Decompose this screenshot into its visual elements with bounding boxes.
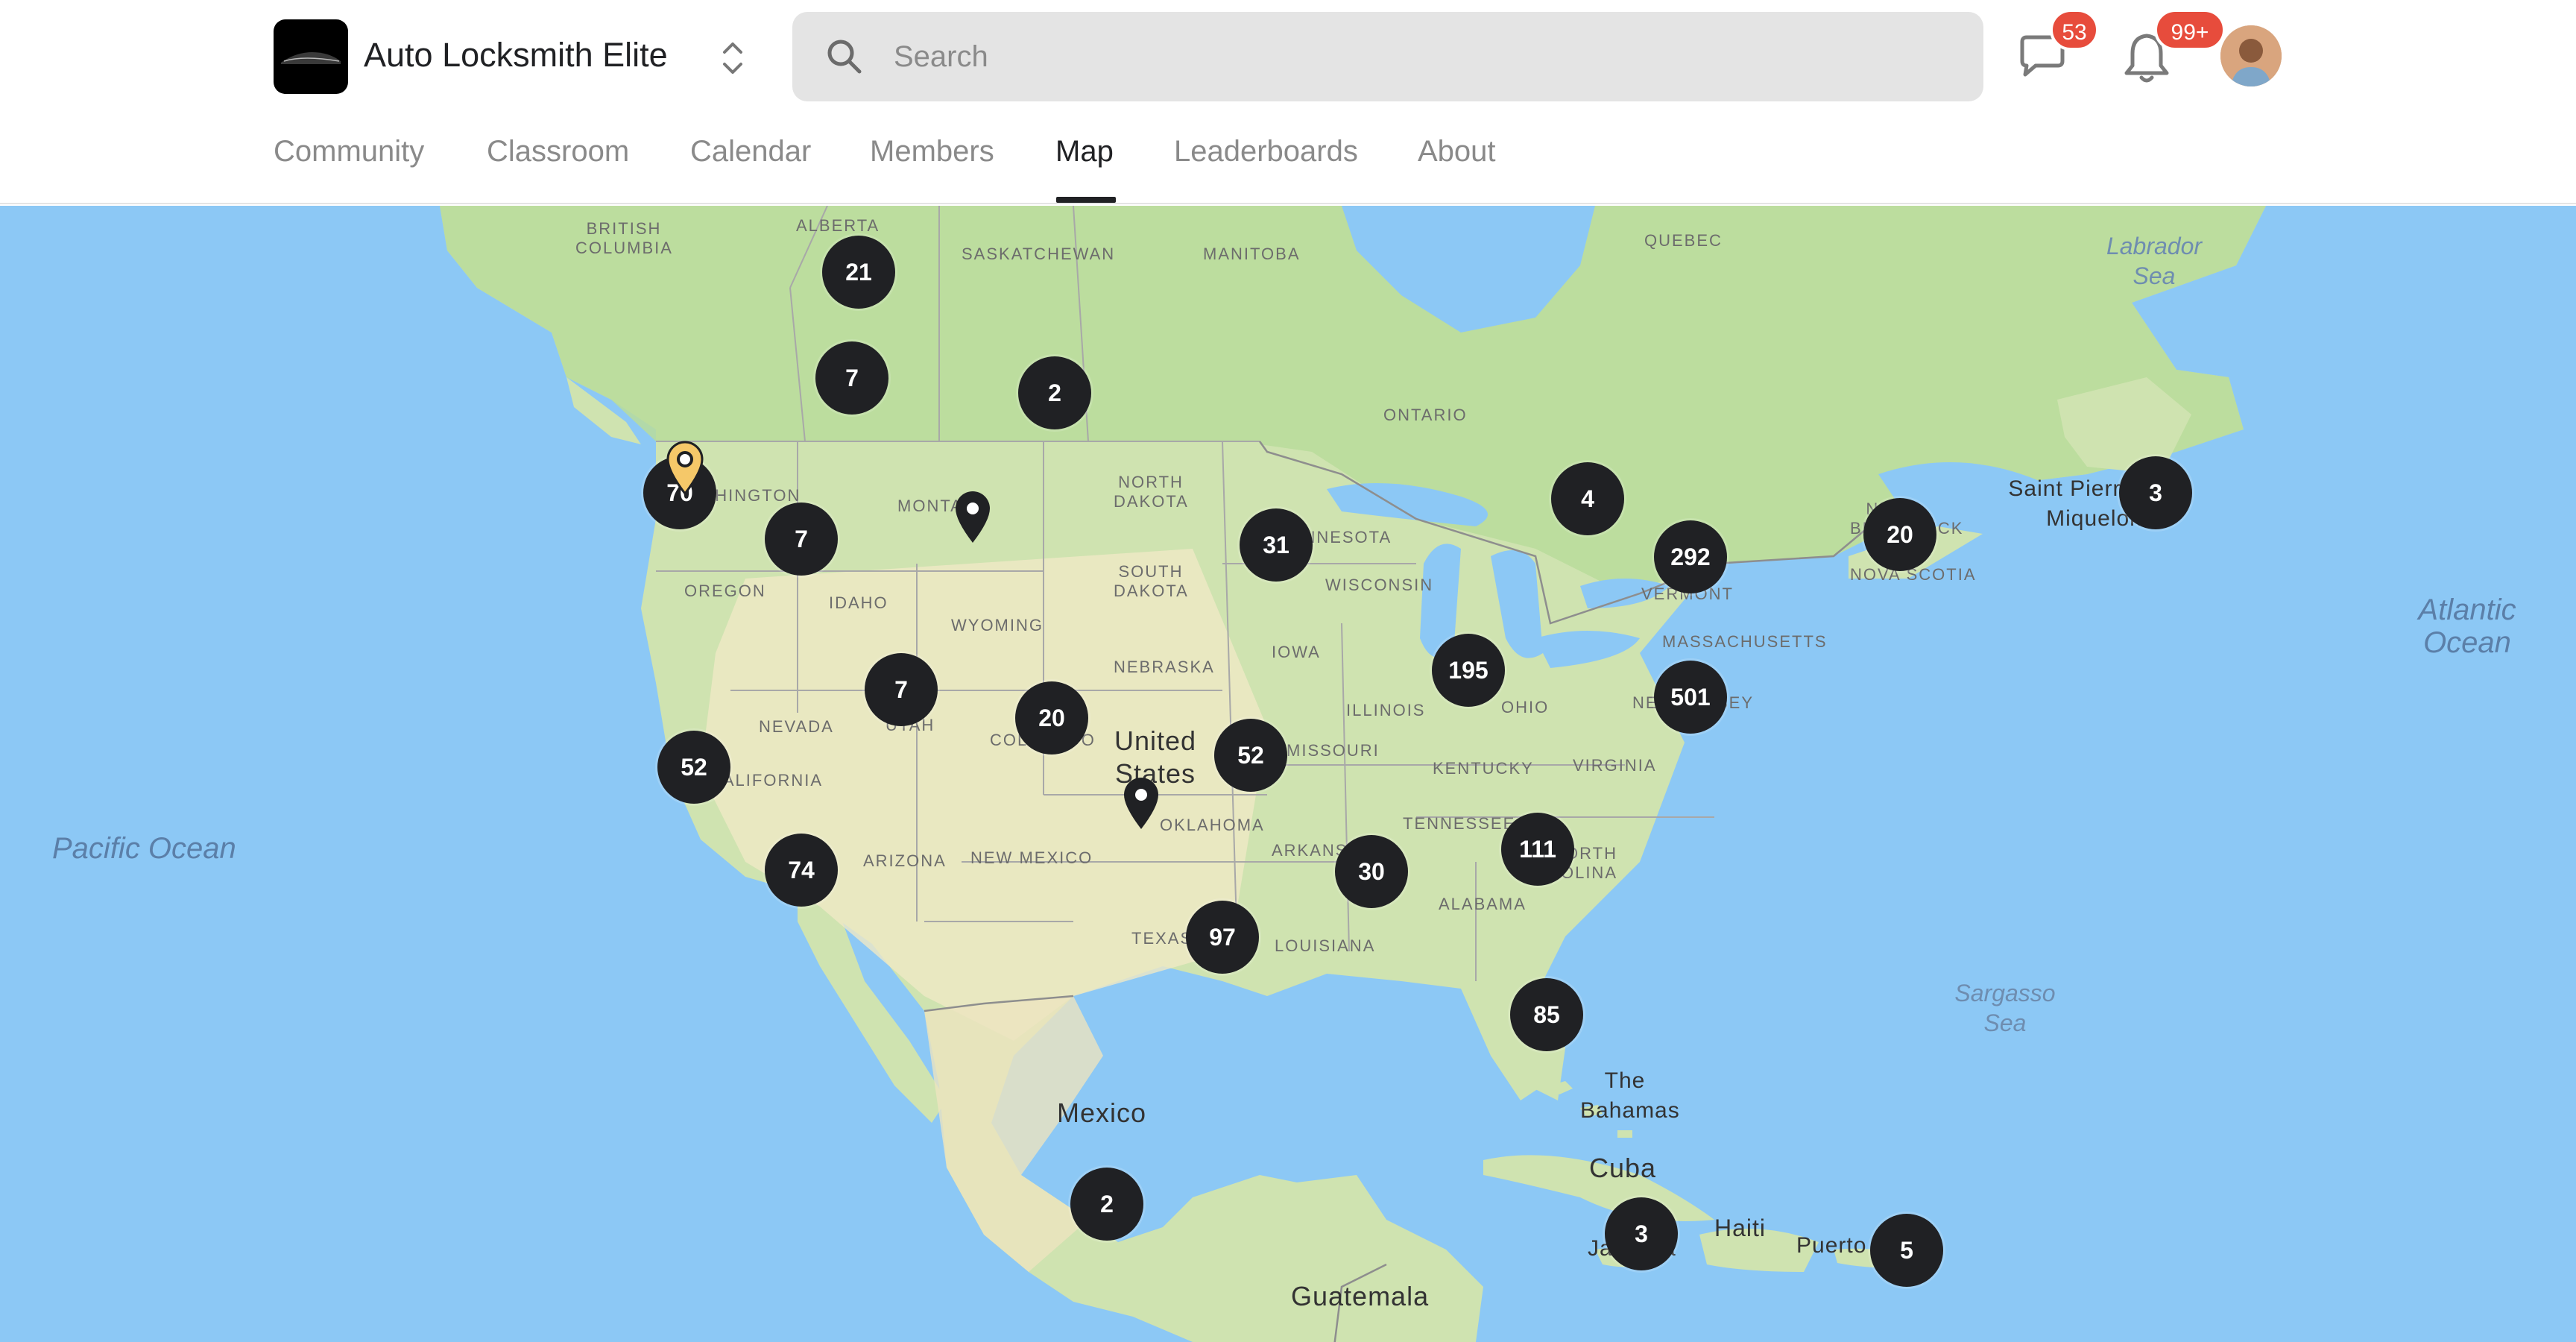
label-ohio: OHIO [1501, 698, 1550, 716]
label-arizona: ARIZONA [863, 851, 947, 870]
label-labrador-sea: Labrador Sea [2106, 233, 2203, 289]
label-haiti: Haiti [1714, 1215, 1767, 1241]
label-alberta: ALBERTA [796, 216, 880, 235]
tab-map[interactable]: Map [1055, 125, 1114, 177]
member-cluster[interactable]: 20 [1863, 498, 1936, 571]
tab-community[interactable]: Community [274, 125, 424, 177]
map-pin-icon[interactable] [950, 486, 996, 546]
member-cluster[interactable]: 195 [1432, 634, 1505, 707]
group-name[interactable]: Auto Locksmith Elite [364, 34, 668, 76]
member-cluster[interactable]: 7 [765, 503, 838, 576]
chat-count-badge: 53 [2050, 9, 2099, 51]
label-pacific-ocean: Pacific Ocean [52, 832, 236, 865]
member-cluster[interactable]: 7 [865, 653, 938, 726]
tab-classroom[interactable]: Classroom [487, 125, 629, 177]
label-saskatchewan: SASKATCHEWAN [962, 245, 1116, 263]
label-atlantic-ocean: Atlantic Ocean [2418, 593, 2516, 659]
label-illinois: ILLINOIS [1346, 701, 1426, 719]
member-cluster[interactable]: 3 [1605, 1197, 1678, 1270]
tab-about[interactable]: About [1418, 125, 1496, 177]
member-cluster[interactable]: 501 [1654, 661, 1727, 734]
label-manitoba: MANITOBA [1203, 245, 1301, 263]
tab-members[interactable]: Members [870, 125, 994, 177]
label-south-dakota: SOUTH DAKOTA [1114, 562, 1189, 600]
member-cluster[interactable]: 3 [2119, 456, 2192, 529]
member-cluster[interactable]: 30 [1335, 835, 1408, 908]
member-cluster[interactable]: 21 [822, 236, 895, 309]
label-ontario: ONTARIO [1383, 406, 1468, 424]
car-logo-icon [281, 52, 341, 64]
member-cluster[interactable]: 20 [1015, 681, 1088, 755]
user-avatar[interactable] [2220, 25, 2282, 86]
member-map[interactable]: Pacific Ocean Atlantic Ocean Labrador Se… [0, 206, 2576, 1342]
member-cluster[interactable]: 31 [1240, 508, 1313, 582]
label-the-bahamas: The Bahamas [1580, 1068, 1680, 1123]
label-missouri: MISSOURI [1287, 741, 1380, 760]
label-idaho: IDAHO [829, 593, 888, 612]
label-guatemala: Guatemala [1291, 1281, 1430, 1311]
member-cluster[interactable]: 4 [1551, 462, 1624, 535]
label-mexico: Mexico [1057, 1097, 1147, 1128]
tab-leaderboards[interactable]: Leaderboards [1174, 125, 1358, 177]
label-alabama: ALABAMA [1439, 895, 1527, 913]
label-cuba: Cuba [1589, 1153, 1657, 1183]
group-switcher-icon[interactable] [716, 36, 750, 81]
label-wisconsin: WISCONSIN [1325, 576, 1434, 594]
active-tab-indicator [1056, 197, 1116, 203]
label-british-columbia: BRITISH COLUMBIA [575, 219, 673, 257]
member-cluster[interactable]: 111 [1501, 813, 1574, 886]
label-massachusetts: MASSACHUSETTS [1662, 632, 1828, 651]
member-cluster[interactable]: 52 [657, 731, 730, 804]
member-cluster[interactable]: 2 [1070, 1168, 1143, 1241]
label-sargasso-sea: Sargasso Sea [1954, 980, 2056, 1036]
label-wyoming: WYOMING [951, 616, 1044, 634]
member-cluster[interactable]: 52 [1214, 719, 1287, 792]
label-nebraska: NEBRASKA [1114, 658, 1215, 676]
label-quebec: QUEBEC [1644, 231, 1723, 250]
label-texas: TEXAS [1131, 929, 1193, 948]
member-cluster[interactable]: 7 [815, 341, 888, 415]
map-pin-icon[interactable] [1118, 772, 1164, 832]
label-oregon: OREGON [684, 582, 766, 600]
label-tennessee: TENNESSEE [1403, 814, 1516, 833]
member-cluster[interactable]: 2 [1018, 356, 1091, 429]
search-icon [827, 40, 862, 74]
search-input[interactable] [894, 27, 1937, 86]
member-cluster[interactable]: 5 [1870, 1214, 1943, 1287]
label-virginia: VIRGINIA [1573, 756, 1657, 775]
tab-calendar[interactable]: Calendar [690, 125, 811, 177]
label-oklahoma: OKLAHOMA [1160, 816, 1265, 834]
group-logo[interactable] [274, 19, 348, 94]
member-cluster[interactable]: 85 [1510, 978, 1583, 1051]
map-base [440, 206, 2266, 1342]
label-north-dakota: NORTH DAKOTA [1114, 473, 1189, 511]
label-iowa: IOWA [1272, 643, 1321, 661]
notification-count-badge: 99+ [2154, 9, 2226, 51]
member-cluster[interactable]: 74 [765, 834, 838, 907]
search-bar[interactable] [792, 12, 1983, 101]
top-header: Auto Locksmith Elite 53 99+ C [0, 0, 2576, 204]
label-louisiana: LOUISIANA [1275, 936, 1376, 955]
my-location-pin-icon[interactable] [662, 437, 708, 497]
member-cluster[interactable]: 292 [1654, 520, 1727, 593]
label-nevada: NEVADA [759, 717, 834, 736]
member-cluster[interactable]: 97 [1186, 901, 1259, 974]
label-new-mexico: NEW MEXICO [970, 848, 1093, 867]
label-kentucky: KENTUCKY [1433, 759, 1534, 778]
